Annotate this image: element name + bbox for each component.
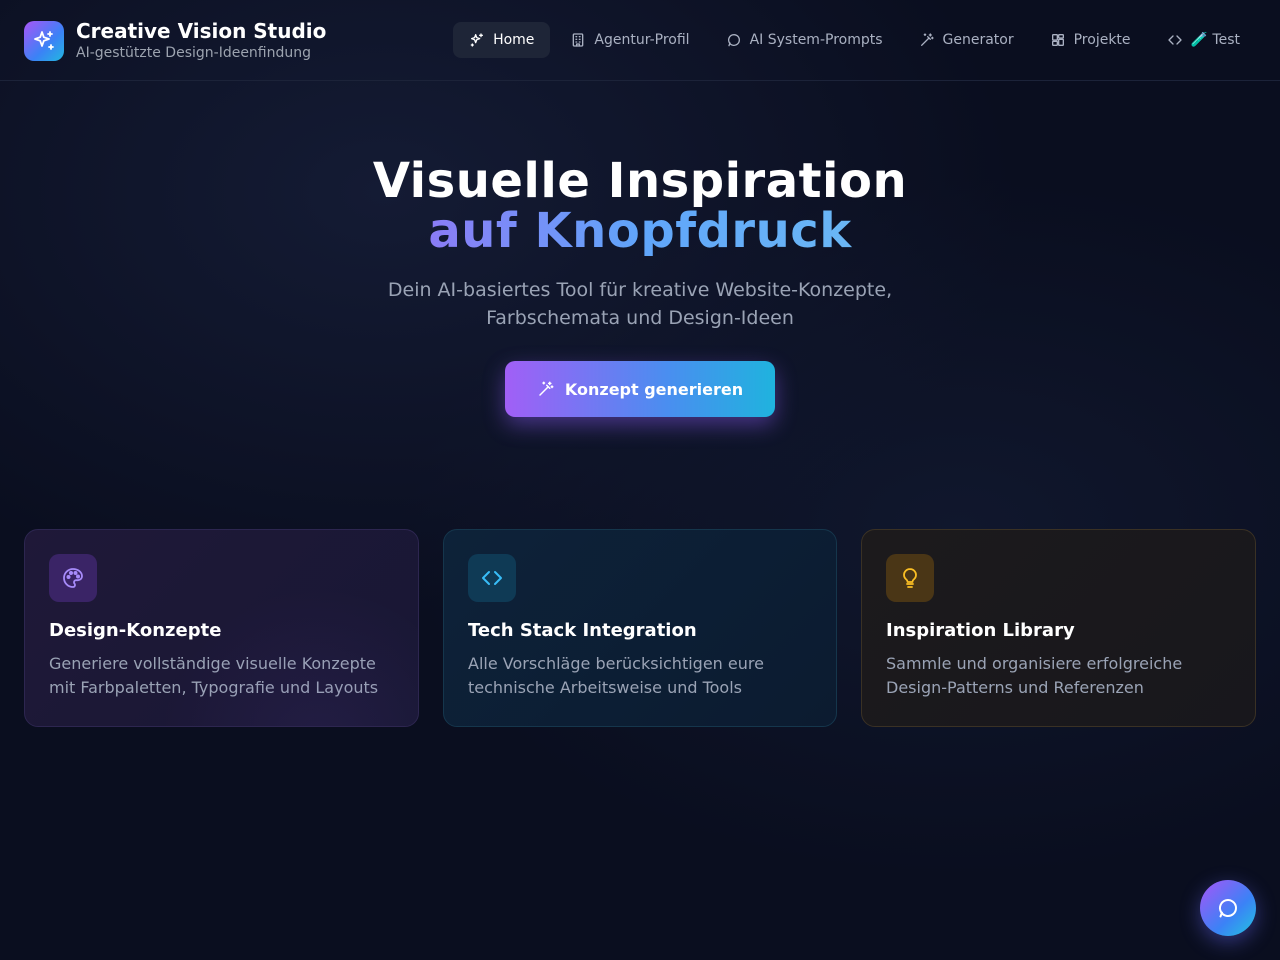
generate-concept-label: Konzept generieren <box>564 379 744 399</box>
code-icon <box>468 554 516 602</box>
card-description: Alle Vorschläge berücksichtigen eure tec… <box>468 652 812 700</box>
nav-item-label: Agentur-Profil <box>594 32 690 48</box>
hero-subtitle-line2: Farbschemata und Design-Ideen <box>486 307 794 329</box>
card-description-line2: technische Arbeitsweise und Tools <box>468 678 742 697</box>
nav-item-label: Home <box>493 32 535 48</box>
card-description-line2: Design-Patterns und Referenzen <box>886 678 1144 697</box>
hero-heading-line2: auf Knopfdruck <box>428 203 852 259</box>
nav-item-projekte[interactable]: Projekte <box>1034 22 1147 58</box>
card-description-line1: Sammle und organisiere erfolgreiche <box>886 654 1183 673</box>
card-description-line1: Alle Vorschläge berücksichtigen eure <box>468 654 764 673</box>
brand-title: Creative Vision Studio <box>76 19 327 43</box>
building-icon <box>573 33 584 47</box>
nav-item-agentur-profil[interactable]: Agentur-Profil <box>554 22 705 58</box>
hero-section: Visuelle Inspiration auf Knopfdruck Dein… <box>0 156 1280 332</box>
hero-heading: Visuelle Inspiration auf Knopfdruck <box>0 156 1280 256</box>
card-title: Inspiration Library <box>886 620 1075 641</box>
card-description: Generiere vollständige visuelle Konzepte… <box>49 652 394 700</box>
feature-card-inspiration-library: Inspiration Library Sammle und organisie… <box>861 529 1256 727</box>
chat-button[interactable] <box>1200 880 1256 936</box>
magic-wand-icon <box>920 33 934 46</box>
nav-item-test[interactable]: 🧪 Test <box>1151 22 1256 58</box>
nav-item-label: Generator <box>942 32 1014 48</box>
main-nav: Home Agentur-Profil AI System-Prompts Ge… <box>453 22 1256 58</box>
card-description: Sammle und organisiere erfolgreiche Desi… <box>886 652 1231 700</box>
lightbulb-icon <box>886 554 934 602</box>
sparkles-icon <box>24 21 64 61</box>
nav-item-ai-system-prompts[interactable]: AI System-Prompts <box>710 22 899 58</box>
feature-card-design-konzepte: Design-Konzepte Generiere vollständige v… <box>24 529 419 727</box>
chat-bubble-icon <box>1219 899 1237 918</box>
generate-concept-button[interactable]: Konzept generieren <box>505 361 775 417</box>
card-description-line1: Generiere vollständige visuelle Konzepte <box>49 654 376 673</box>
magic-wand-icon <box>539 381 554 396</box>
card-title: Design-Konzepte <box>49 620 222 641</box>
nav-item-label: 🧪 Test <box>1190 32 1240 48</box>
top-header: Creative Vision Studio AI-gestützte Desi… <box>0 0 1280 81</box>
nav-item-label: Projekte <box>1073 32 1131 48</box>
sparkles-icon <box>470 33 484 47</box>
palette-icon <box>49 554 97 602</box>
nav-item-generator[interactable]: Generator <box>903 22 1030 58</box>
card-description-line2: mit Farbpaletten, Typografie und Layouts <box>49 678 379 697</box>
card-title: Tech Stack Integration <box>468 620 697 641</box>
message-circle-icon <box>727 34 740 47</box>
nav-item-home[interactable]: Home <box>453 22 551 58</box>
feature-card-tech-stack: Tech Stack Integration Alle Vorschläge b… <box>443 529 837 727</box>
brand-text: Creative Vision Studio AI-gestützte Desi… <box>76 20 326 62</box>
hero-heading-line1: Visuelle Inspiration <box>372 153 908 209</box>
hero-subtitle-line1: Dein AI-basiertes Tool für kreative Webs… <box>387 279 893 301</box>
nav-item-label: AI System-Prompts <box>749 32 883 48</box>
hero-subtitle: Dein AI-basiertes Tool für kreative Webs… <box>0 276 1280 332</box>
layout-grid-icon <box>1051 34 1064 46</box>
brand[interactable]: Creative Vision Studio AI-gestützte Desi… <box>24 20 326 62</box>
brand-subtitle: AI-gestützte Design-Ideenfindung <box>76 45 312 61</box>
code-icon <box>1167 35 1182 45</box>
